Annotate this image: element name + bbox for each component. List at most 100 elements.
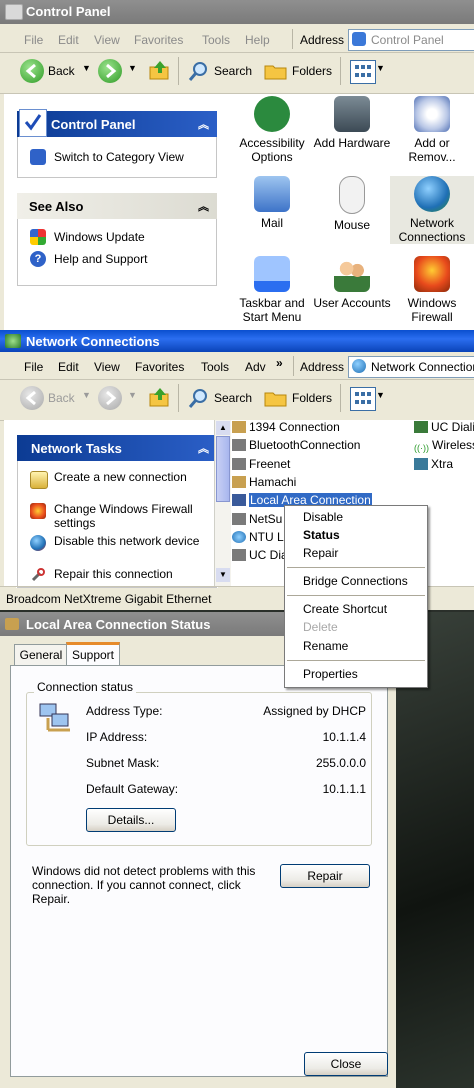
switch-to-category-view-link[interactable]: Switch to Category View (54, 150, 184, 164)
close-button[interactable]: Close (304, 1052, 388, 1076)
connection-ntu[interactable]: NTU Li (232, 530, 286, 544)
add-hardware-item[interactable]: Add Hardware (310, 96, 394, 150)
views-icon[interactable] (350, 387, 376, 411)
change-firewall-settings-link[interactable]: Change Windows Firewall settings (54, 502, 204, 530)
disable-network-device-link[interactable]: Disable this network device (54, 534, 204, 548)
menu-advanced[interactable]: Adv (245, 360, 266, 374)
search-button[interactable]: Search (214, 391, 252, 405)
back-dropdown-icon[interactable]: ▼ (82, 63, 91, 73)
views-dropdown-icon[interactable]: ▼ (376, 390, 385, 400)
search-icon[interactable] (188, 60, 210, 82)
menu-overflow-chevron[interactable]: » (276, 356, 283, 370)
back-button[interactable]: Back (48, 64, 75, 78)
windows-firewall-item[interactable]: Windows Firewall (390, 256, 474, 324)
connection-icon (232, 494, 246, 506)
tab-support[interactable]: Support (66, 642, 120, 666)
network-globe-icon (414, 176, 450, 212)
menu-file[interactable]: File (24, 360, 43, 374)
help-and-support-link[interactable]: Help and Support (54, 252, 147, 266)
network-connections-titlebar[interactable]: Network Connections (0, 330, 474, 352)
mail-item[interactable]: Mail (230, 176, 314, 230)
folders-icon[interactable] (264, 61, 288, 81)
scroll-down-arrow-icon[interactable]: ▼ (216, 568, 230, 582)
address-bar[interactable]: Network Connection (348, 356, 474, 378)
wireless-icon: ((·)) (414, 443, 429, 453)
windows-update-link[interactable]: Windows Update (54, 230, 145, 244)
menu-bridge-connections[interactable]: Bridge Connections (285, 572, 427, 590)
connection-1394[interactable]: 1394 Connection (232, 420, 340, 434)
search-icon[interactable] (188, 387, 210, 409)
menu-repair[interactable]: Repair (285, 544, 427, 562)
views-dropdown-icon[interactable]: ▼ (376, 63, 385, 73)
connection-netsu[interactable]: NetSu (232, 512, 282, 526)
accessibility-options-item[interactable]: Accessibility Options (230, 96, 314, 164)
menu-help[interactable]: Help (245, 33, 270, 47)
taskbar-start-menu-item[interactable]: Taskbar and Start Menu (230, 256, 314, 324)
user-accounts-item[interactable]: User Accounts (310, 256, 394, 310)
menu-create-shortcut[interactable]: Create Shortcut (285, 600, 427, 618)
connection-freenet[interactable]: Freenet (232, 457, 290, 471)
folders-button[interactable]: Folders (292, 391, 332, 405)
connection-icon (232, 476, 246, 488)
menu-delete[interactable]: Delete (285, 618, 427, 636)
repair-button[interactable]: Repair (280, 864, 370, 888)
disable-device-icon (30, 535, 46, 551)
menu-tools[interactable]: Tools (202, 33, 230, 47)
back-arrow-icon[interactable] (20, 386, 44, 410)
connection-uc-dial[interactable]: UC Dia (232, 548, 288, 562)
forward-arrow-icon[interactable] (98, 59, 122, 83)
menu-disable[interactable]: Disable (285, 508, 427, 526)
forward-dropdown-icon[interactable]: ▼ (128, 63, 137, 73)
menu-view[interactable]: View (94, 360, 120, 374)
control-panel-taskbox-header[interactable]: Control Panel ︽ (17, 109, 217, 137)
mouse-item[interactable]: Mouse (310, 176, 394, 232)
vertical-scrollbar[interactable]: ▲ ▼ (214, 420, 231, 586)
folders-button[interactable]: Folders (292, 64, 332, 78)
views-icon[interactable] (350, 60, 376, 84)
control-panel-taskbox: Control Panel ︽ Switch to Category View (16, 109, 218, 178)
subnet-mask-label: Subnet Mask: (86, 756, 160, 770)
menu-file[interactable]: File (24, 33, 43, 47)
connection-bluetooth[interactable]: BluetoothConnection (232, 438, 360, 452)
see-also-header[interactable]: See Also ︽ (17, 193, 217, 219)
collapse-chevron-icon[interactable]: ︽ (198, 116, 209, 132)
back-arrow-icon[interactable] (20, 59, 44, 83)
menu-tools[interactable]: Tools (201, 360, 229, 374)
folders-icon[interactable] (264, 388, 288, 408)
create-new-connection-link[interactable]: Create a new connection (54, 470, 204, 484)
menu-properties[interactable]: Properties (285, 665, 427, 683)
menu-rename[interactable]: Rename (285, 637, 427, 655)
add-remove-programs-item[interactable]: Add or Remov... (390, 96, 474, 164)
menu-edit[interactable]: Edit (58, 33, 79, 47)
menu-view[interactable]: View (94, 33, 120, 47)
network-tasks-title: Network Tasks (31, 441, 122, 456)
control-panel-titlebar[interactable]: Control Panel (0, 0, 474, 24)
address-bar[interactable]: Control Panel (348, 29, 474, 51)
forward-arrow-icon[interactable] (98, 386, 122, 410)
up-folder-icon[interactable] (148, 386, 172, 408)
forward-dropdown-icon[interactable]: ▼ (128, 390, 137, 400)
menu-favorites[interactable]: Favorites (135, 360, 184, 374)
search-button[interactable]: Search (214, 64, 252, 78)
collapse-chevron-icon[interactable]: ︽ (198, 198, 209, 214)
network-tasks-header[interactable]: Network Tasks ︽ (17, 435, 217, 461)
scroll-up-arrow-icon[interactable]: ▲ (216, 421, 230, 435)
connection-uc-dialin[interactable]: UC Dialin (414, 420, 474, 434)
collapse-chevron-icon[interactable]: ︽ (198, 440, 209, 456)
scroll-thumb[interactable] (216, 436, 230, 502)
details-button[interactable]: Details... (86, 808, 176, 832)
connection-wireless[interactable]: ((·)) Wireless (414, 438, 474, 455)
menu-favorites[interactable]: Favorites (134, 33, 183, 47)
tab-general[interactable]: General (14, 644, 68, 665)
menu-status[interactable]: Status (285, 526, 427, 544)
up-folder-icon[interactable] (148, 59, 172, 81)
status-dialog-title: Local Area Connection Status (26, 617, 211, 632)
connection-hamachi[interactable]: Hamachi (232, 475, 296, 489)
back-button[interactable]: Back (48, 391, 75, 405)
back-dropdown-icon[interactable]: ▼ (82, 390, 91, 400)
menu-edit[interactable]: Edit (58, 360, 79, 374)
control-panel-checklist-icon (19, 109, 47, 137)
repair-connection-link[interactable]: Repair this connection (54, 567, 173, 581)
connection-xtra[interactable]: Xtra (414, 457, 453, 471)
network-connections-item[interactable]: Network Connections (390, 176, 474, 244)
